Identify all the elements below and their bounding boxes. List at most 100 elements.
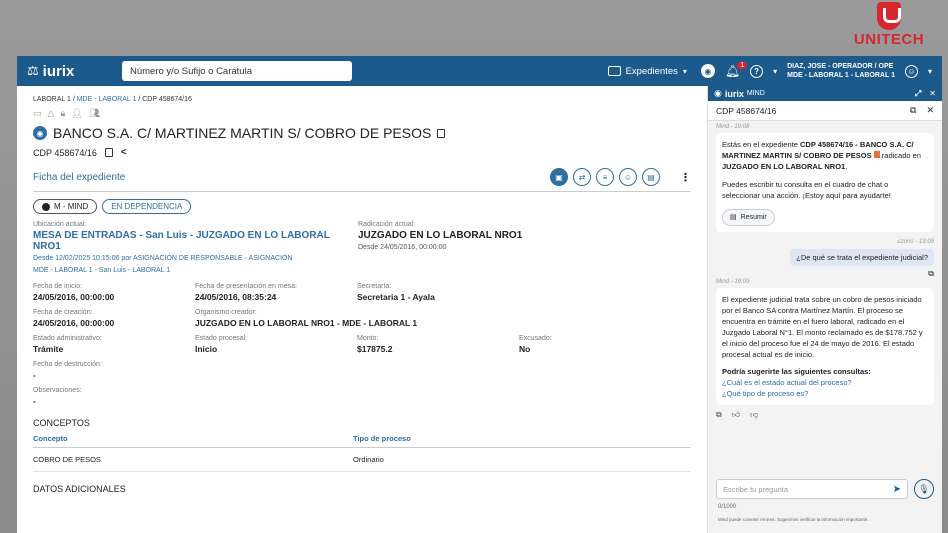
warning-icon[interactable]: △ xyxy=(48,108,55,119)
secretaria-label: Secretaría: xyxy=(357,283,392,290)
breadcrumb-item[interactable]: LABORAL 1 xyxy=(33,96,71,103)
observaciones-value: - xyxy=(33,396,36,406)
ficha-title: Ficha del expediente xyxy=(33,171,126,183)
excusado-value: No xyxy=(519,344,531,354)
copy-icon[interactable] xyxy=(437,128,446,138)
calendar-icon[interactable]: ▣ xyxy=(550,168,568,186)
user-chevron-icon[interactable]: ▾ xyxy=(928,67,932,76)
suggestion-link[interactable]: ¿Cuál es el estado actual del proceso? xyxy=(722,377,928,388)
resumir-button[interactable]: ▤ Resumir xyxy=(722,209,775,226)
breadcrumb-item[interactable]: MDE - LABORAL 1 xyxy=(77,96,137,103)
main-panel: LABORAL 1 / MDE - LABORAL 1 / CDP 458674… xyxy=(17,86,707,533)
datos-adicionales-title: DATOS ADICIONALES xyxy=(33,484,126,494)
copy-message-icon[interactable]: ⧉ xyxy=(716,269,934,279)
document-list-icon[interactable]: ≡ xyxy=(596,168,614,186)
monto-value: $17875.2 xyxy=(357,344,393,354)
folder-icon xyxy=(607,66,621,76)
more-options-icon[interactable]: ⋮ xyxy=(680,171,691,184)
destruccion-label: Fecha de destrucción: xyxy=(33,361,102,368)
estado-adm-label: Estado administrativo: xyxy=(33,335,102,342)
send-icon[interactable]: ➤ xyxy=(893,484,901,495)
help-icon[interactable]: ? xyxy=(750,64,764,78)
user-icon xyxy=(42,202,50,211)
user-message: ¿De qué se trata el expediente judicial? xyxy=(790,249,934,266)
inicio-label: Fecha de inicio: xyxy=(33,283,83,290)
copy-response-icon[interactable]: ⧉ xyxy=(716,410,722,420)
share-icon[interactable]: < xyxy=(121,147,127,158)
conceptos-header: Concepto Tipo de proceso xyxy=(33,434,691,448)
copy-chat-icon[interactable]: ⧉ xyxy=(910,105,916,116)
person-card-icon[interactable]: ☺ xyxy=(619,168,637,186)
ubicacion-since: Desde 12/02/2025 10:15:06 por ASIGNACIÓN… xyxy=(33,255,293,262)
notification-badge: 1 xyxy=(737,62,748,69)
expand-icon[interactable]: ⤢ xyxy=(915,89,921,99)
secretaria-value: Secretaria 1 - Ayala xyxy=(357,292,435,302)
status-chip: EN DEPENDENCIA xyxy=(102,199,192,214)
case-type-icon: ◉ xyxy=(33,126,47,140)
radicacion-since: Desde 24/05/2016, 00:00:00 xyxy=(358,244,447,251)
brand-name: iurix xyxy=(42,62,75,80)
scales-icon: ⚖ xyxy=(27,63,39,78)
mind-logo-icon: ◉ xyxy=(714,88,722,98)
msg-answer: El expediente judicial trata sobre un co… xyxy=(722,295,923,359)
bot-message: El expediente judicial trata sobre un co… xyxy=(716,288,934,405)
ubicacion-label: Ubicación actual: xyxy=(33,221,87,228)
suggestion-link[interactable]: ¿Qué tipo de proceso es? xyxy=(722,388,928,399)
document-icon[interactable]: ▭ xyxy=(33,108,42,119)
transfer-icon[interactable]: ⇄ xyxy=(573,168,591,186)
lock-icon[interactable]: 🔒︎ xyxy=(60,108,65,119)
ubicacion-office: MDE - LABORAL 1 - San Luis - LABORAL 1 xyxy=(33,267,171,274)
mind-icon[interactable]: ◉ xyxy=(700,64,715,78)
user-name: DIAZ, JOSE - OPERADOR / OPE xyxy=(787,63,894,70)
brand[interactable]: ⚖ iurix xyxy=(27,63,122,80)
unitech-logo-text: UNITECH xyxy=(853,31,925,48)
msg-text: . xyxy=(845,162,848,171)
column-header[interactable]: Concepto xyxy=(33,434,353,443)
breadcrumb-current: CDP 458674/16 xyxy=(142,96,192,103)
ledger-icon[interactable]: ▤ xyxy=(642,168,660,186)
user-avatar-icon[interactable]: ☺ xyxy=(904,64,918,78)
chat-placeholder: Escribe tu pregunta xyxy=(723,484,789,494)
close-case-icon[interactable]: ✕ xyxy=(926,105,934,116)
case-number: CDP 458674/16 xyxy=(33,147,97,158)
char-counter: 0/1000 xyxy=(718,504,737,510)
top-bar: ⚖ iurix Expedientes ▾ ◉ 🔔︎1 ? ▾ DIAZ, JO… xyxy=(17,56,942,86)
msg-court: JUZGADO EN LO LABORAL NRO1 xyxy=(722,162,846,171)
expedientes-button[interactable]: Expedientes ▾ xyxy=(604,66,691,77)
monto-label: Monto: xyxy=(357,335,379,342)
observaciones-label: Observaciones: xyxy=(33,387,82,394)
message-meta: czorio - 19:09 xyxy=(897,239,934,245)
expedientes-label: Expedientes xyxy=(625,65,678,77)
table-cell: Ordinario xyxy=(353,455,384,464)
close-icon[interactable]: ✕ xyxy=(929,89,936,99)
mind-case-ref: CDP 458674/16 xyxy=(716,105,777,116)
radicacion-label: Radicación actual: xyxy=(358,221,416,228)
copy-number-icon[interactable] xyxy=(104,148,113,157)
message-meta: Mind - 19:09 xyxy=(716,279,750,285)
help-chevron-icon[interactable]: ▾ xyxy=(773,67,777,76)
microphone-icon[interactable]: 🎙︎ xyxy=(914,479,934,499)
destruccion-value: - xyxy=(33,370,36,380)
users-icon[interactable]: 👥︎ xyxy=(89,108,100,119)
disclaimer: Mind puede cometer errores. Sugerimos ve… xyxy=(718,517,869,522)
thumbs-down-icon[interactable]: 👎︎ xyxy=(750,410,758,420)
thumbs-up-icon[interactable]: 👍︎ xyxy=(732,410,740,420)
mind-chip[interactable]: M - MIND xyxy=(33,199,98,214)
search-input[interactable] xyxy=(122,61,352,81)
excusado-label: Excusado: xyxy=(519,335,552,342)
chat-input[interactable]: Escribe tu pregunta ➤ xyxy=(716,479,908,499)
column-header[interactable]: Tipo de proceso xyxy=(353,434,411,443)
add-user-icon[interactable]: 👤︎ xyxy=(71,108,82,119)
user-info[interactable]: DIAZ, JOSE - OPERADOR / OPE MDE - LABORA… xyxy=(787,62,895,80)
msg-text: radicado en xyxy=(879,151,921,160)
table-row[interactable]: COBRO DE PESOS Ordinario xyxy=(33,448,691,472)
resumir-label: Resumir xyxy=(740,214,767,221)
bell-icon[interactable]: 🔔︎ 1 xyxy=(725,62,748,78)
estado-proc-label: Estado procesal: xyxy=(195,335,248,342)
case-title: BANCO S.A. C/ MARTINEZ MARTIN S/ COBRO D… xyxy=(53,125,432,141)
mind-chip-label: M - MIND xyxy=(54,202,89,211)
chat-messages: Mind - 19:08 Estás en el expediente CDP … xyxy=(708,121,942,466)
msg-help: Puedes escribir tu consulta en el cuadro… xyxy=(722,180,891,200)
inicio-value: 24/05/2016, 00:00:00 xyxy=(33,292,115,302)
document-icon: ▤ xyxy=(730,214,737,221)
